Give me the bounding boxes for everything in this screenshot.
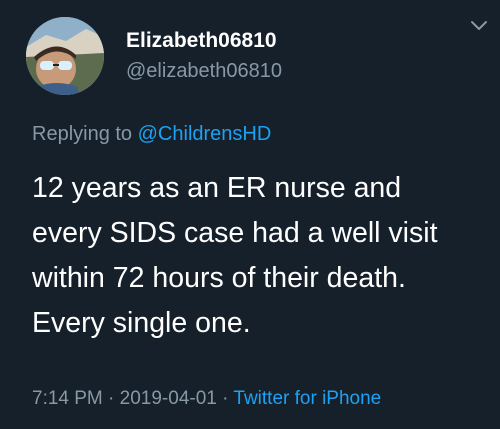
tweet-text: 12 years as an ER nurse and every SIDS c…: [32, 172, 438, 339]
avatar-image: [26, 17, 104, 95]
tweet-source-link[interactable]: Twitter for iPhone: [233, 388, 381, 409]
tweet-meta: 7:14 PM · 2019-04-01 · Twitter for iPhon…: [32, 386, 381, 412]
user-names: Elizabeth06810 @elizabeth06810: [126, 28, 282, 84]
display-name[interactable]: Elizabeth06810: [126, 28, 282, 54]
meta-separator: ·: [216, 388, 234, 409]
chevron-down-icon[interactable]: [468, 14, 490, 36]
tweet-card: Elizabeth06810 @elizabeth06810 Replying …: [0, 0, 500, 429]
tweet-date[interactable]: 2019-04-01: [120, 388, 217, 409]
replying-to-line: Replying to @ChildrensHD: [32, 121, 271, 147]
meta-separator: ·: [102, 388, 120, 409]
reply-mention-link[interactable]: @ChildrensHD: [138, 123, 272, 145]
tweet-time[interactable]: 7:14 PM: [32, 388, 103, 409]
user-handle[interactable]: @elizabeth06810: [126, 58, 282, 84]
tweet-header: Elizabeth06810 @elizabeth06810: [26, 16, 486, 96]
replying-to-label: Replying to: [32, 123, 138, 145]
avatar[interactable]: [26, 17, 104, 95]
